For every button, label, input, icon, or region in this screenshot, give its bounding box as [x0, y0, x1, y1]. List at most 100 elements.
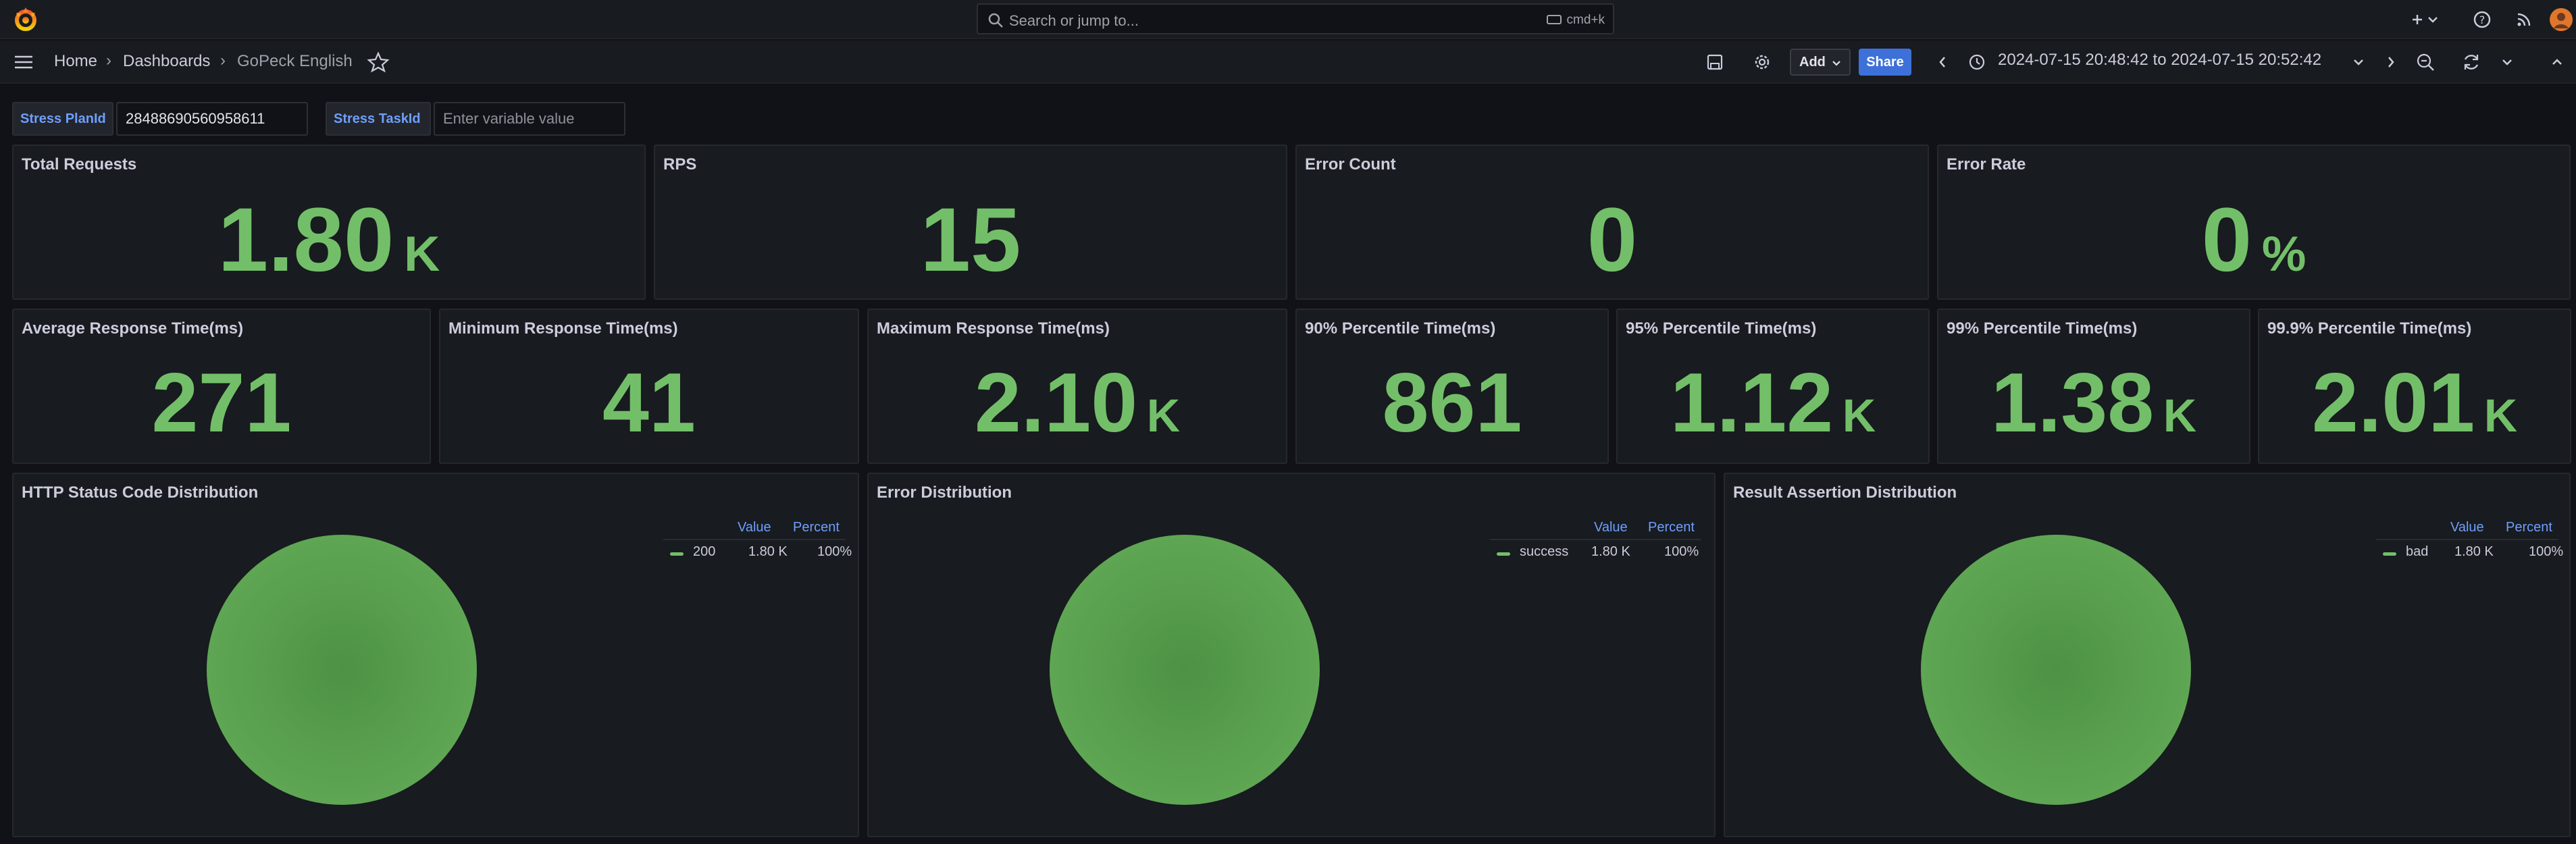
chevron-down-icon[interactable] [2499, 51, 2515, 74]
stat-unit: K [1146, 390, 1181, 442]
legend-series-swatch [1497, 552, 1510, 556]
svg-text:?: ? [2479, 14, 2485, 26]
panel-min-response-time[interactable]: Minimum Response Time(ms) 41 [439, 309, 859, 464]
legend-item-percent: 100% [1664, 544, 1699, 559]
panel-rps[interactable]: RPS 15 [654, 144, 1287, 300]
panel-title: Minimum Response Time(ms) [448, 319, 678, 338]
panel-p99-time[interactable]: 99% Percentile Time(ms) 1.38 K [1937, 309, 2250, 464]
legend-item-value: 1.80 K [748, 544, 788, 559]
panel-title: 99.9% Percentile Time(ms) [2267, 319, 2472, 338]
variable-label-taskid: Stress TaskId [326, 102, 431, 136]
panel-p90-time[interactable]: 90% Percentile Time(ms) 861 [1295, 309, 1609, 464]
stat-number: 0 [2201, 190, 2252, 290]
star-icon[interactable] [367, 51, 390, 74]
legend-item-percent: 100% [2529, 544, 2564, 559]
legend-header-value: Value [2450, 520, 2484, 535]
chevron-right-icon[interactable] [2383, 51, 2399, 74]
variable-input-planid[interactable]: 28488690560958611 [116, 102, 308, 136]
legend-divider [1490, 539, 1701, 540]
avatar[interactable] [2549, 7, 2573, 32]
panel-avg-response-time[interactable]: Average Response Time(ms) 271 [12, 309, 431, 464]
pie-slice[interactable] [1921, 535, 2191, 805]
panel-title: RPS [663, 155, 697, 174]
legend-series-swatch [2383, 552, 2396, 556]
pie-legend: Value Percent success 1.80 K 100% [1490, 520, 1706, 574]
stat-value: 2.10 K [869, 356, 1286, 463]
pie-legend: Value Percent bad 1.80 K 100% [2376, 520, 2565, 574]
breadcrumb-home[interactable]: Home [54, 52, 97, 71]
stat-unit: K [404, 226, 440, 282]
legend-header-value: Value [1594, 520, 1628, 535]
stat-number: 271 [151, 357, 292, 450]
search-shortcut: cmd+k [1546, 13, 1605, 28]
stat-unit: K [1842, 390, 1876, 442]
legend-divider [2376, 539, 2558, 540]
time-range-picker[interactable]: 2024-07-15 20:48:42 to 2024-07-15 20:52:… [1998, 51, 2321, 70]
menu-icon[interactable] [12, 51, 35, 74]
panel-error-distribution[interactable]: Error Distribution Value Percent success… [867, 473, 1716, 837]
stat-number: 1.12 [1670, 357, 1834, 450]
refresh-icon[interactable] [2460, 51, 2483, 74]
stat-number: 0 [1587, 190, 1638, 290]
stat-number: 861 [1382, 357, 1522, 450]
pie-legend: Value Percent 200 1.80 K 100% [663, 520, 852, 574]
rss-icon[interactable] [2513, 8, 2535, 31]
share-button[interactable]: Share [1859, 49, 1911, 76]
chevron-down-icon[interactable] [2350, 51, 2367, 74]
panel-p95-time[interactable]: 95% Percentile Time(ms) 1.12 K [1616, 309, 1930, 464]
chevron-up-icon[interactable] [2549, 51, 2565, 74]
gear-icon[interactable] [1751, 51, 1774, 74]
variable-label-planid: Stress PlanId [12, 102, 113, 136]
legend-item-label[interactable]: bad [2406, 544, 2428, 560]
legend-item-percent: 100% [817, 544, 852, 559]
stat-value: 1.12 K [1618, 356, 1928, 463]
chevron-left-icon[interactable] [1934, 51, 1951, 74]
add-button[interactable]: Add [1790, 49, 1851, 76]
search-placeholder: Search or jump to... [1009, 12, 1139, 29]
panel-result-assertion-distribution[interactable]: Result Assertion Distribution Value Perc… [1724, 473, 2571, 837]
pie-slice[interactable] [207, 535, 477, 805]
stat-value: 15 [655, 190, 1286, 291]
stat-value: 1.38 K [1938, 356, 2249, 463]
breadcrumb-separator: › [220, 51, 226, 70]
panel-title: 99% Percentile Time(ms) [1947, 319, 2138, 338]
stat-number: 2.10 [974, 357, 1138, 450]
stat-value: 0 [1297, 190, 1928, 291]
panel-error-count[interactable]: Error Count 0 [1295, 144, 1929, 300]
zoom-out-icon[interactable] [2414, 51, 2437, 74]
legend-item-label[interactable]: success [1520, 544, 1568, 560]
legend-series-swatch [670, 552, 684, 556]
stat-value: 861 [1297, 356, 1607, 450]
panel-title: HTTP Status Code Distribution [22, 483, 259, 502]
breadcrumb-dashboards[interactable]: Dashboards [123, 52, 210, 71]
stat-unit: K [2483, 390, 2518, 442]
breadcrumb-separator: › [106, 51, 111, 70]
panel-p999-time[interactable]: 99.9% Percentile Time(ms) 2.01 K [2258, 309, 2571, 464]
legend-item-value: 1.80 K [2454, 544, 2494, 559]
panel-error-rate[interactable]: Error Rate 0% [1937, 144, 2571, 300]
stat-number: 15 [920, 190, 1021, 290]
panel-title: Error Count [1305, 155, 1396, 174]
chevron-down-icon[interactable] [2425, 8, 2441, 31]
nav-bar: Home › Dashboards › GoPeck English Add S… [0, 41, 2576, 84]
legend-item-label[interactable]: 200 [693, 544, 715, 560]
pie-slice[interactable] [1050, 535, 1320, 805]
panel-total-requests[interactable]: Total Requests 1.80 K [12, 144, 646, 300]
panel-title: Average Response Time(ms) [22, 319, 244, 338]
pie-chart [1921, 535, 2191, 805]
add-label: Add [1799, 55, 1826, 70]
variable-input-taskid[interactable]: Enter variable value [434, 102, 625, 136]
panel-http-status-distribution[interactable]: HTTP Status Code Distribution Value Perc… [12, 473, 859, 837]
save-icon[interactable] [1703, 51, 1726, 74]
keyboard-icon [1546, 15, 1562, 24]
panel-max-response-time[interactable]: Maximum Response Time(ms) 2.10 K [867, 309, 1287, 464]
help-icon[interactable]: ? [2471, 8, 2494, 31]
pie-chart [207, 535, 477, 805]
grafana-logo-icon[interactable] [12, 6, 39, 33]
stat-value: 1.80 K [14, 190, 644, 305]
legend-divider [663, 539, 846, 540]
search-input[interactable]: Search or jump to... cmd+k [977, 3, 1614, 34]
legend-header-percent: Percent [2506, 520, 2552, 535]
panel-title: 90% Percentile Time(ms) [1305, 319, 1496, 338]
stat-value: 271 [14, 356, 430, 450]
